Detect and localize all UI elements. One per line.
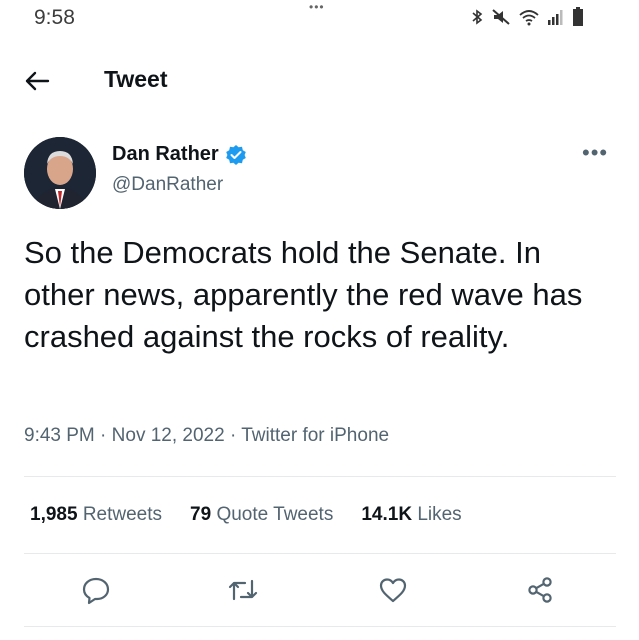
quotes-stat[interactable]: 79 Quote Tweets bbox=[190, 504, 333, 526]
tweet-time[interactable]: 9:43 PM bbox=[24, 425, 95, 446]
retweet-button[interactable] bbox=[225, 572, 261, 608]
status-icons bbox=[470, 6, 584, 28]
likes-label: Likes bbox=[417, 504, 462, 525]
wifi-icon bbox=[519, 10, 539, 26]
battery-icon bbox=[573, 7, 583, 26]
like-button[interactable] bbox=[375, 572, 411, 608]
tweet-source[interactable]: Twitter for iPhone bbox=[241, 425, 389, 446]
page-title: Tweet bbox=[104, 66, 168, 92]
share-icon bbox=[528, 577, 552, 603]
author-handle[interactable]: @DanRather bbox=[112, 174, 223, 196]
meta-separator: · bbox=[100, 425, 107, 446]
status-time: 9:58 bbox=[34, 6, 75, 29]
tweet-stats: 1,985 Retweets 79 Quote Tweets 14.1K Lik… bbox=[30, 504, 462, 526]
action-bar bbox=[0, 572, 639, 608]
tweet-date[interactable]: Nov 12, 2022 bbox=[112, 425, 225, 446]
tweet-text: So the Democrats hold the Senate. In oth… bbox=[24, 235, 583, 354]
quotes-label: Quote Tweets bbox=[216, 504, 334, 525]
retweet-icon bbox=[228, 579, 258, 601]
signal-icon bbox=[548, 10, 563, 25]
likes-count: 14.1K bbox=[361, 504, 413, 525]
like-icon bbox=[379, 578, 407, 603]
retweets-label: Retweets bbox=[82, 504, 163, 525]
verified-badge-icon bbox=[225, 144, 246, 165]
divider bbox=[24, 626, 616, 627]
retweets-count: 1,985 bbox=[30, 504, 78, 525]
arrow-left-icon[interactable] bbox=[22, 66, 52, 96]
divider bbox=[24, 553, 616, 554]
likes-stat[interactable]: 14.1K Likes bbox=[361, 504, 461, 526]
avatar[interactable] bbox=[24, 137, 96, 209]
author-name[interactable]: Dan Rather bbox=[112, 143, 247, 166]
share-button[interactable] bbox=[522, 572, 558, 608]
mute-icon bbox=[492, 9, 510, 25]
author-name-text: Dan Rather bbox=[112, 143, 219, 165]
divider bbox=[24, 476, 616, 477]
meta-separator: · bbox=[229, 425, 237, 446]
retweets-stat[interactable]: 1,985 Retweets bbox=[30, 504, 162, 526]
status-notch-dots: ••• bbox=[309, 0, 325, 14]
bluetooth-icon bbox=[472, 9, 483, 25]
quotes-count: 79 bbox=[190, 504, 212, 525]
reply-button[interactable] bbox=[78, 572, 114, 608]
tweet-meta: 9:43 PM · Nov 12, 2022 · Twitter for iPh… bbox=[24, 425, 389, 447]
reply-icon bbox=[82, 577, 110, 605]
more-options-icon[interactable]: ••• bbox=[582, 140, 608, 166]
